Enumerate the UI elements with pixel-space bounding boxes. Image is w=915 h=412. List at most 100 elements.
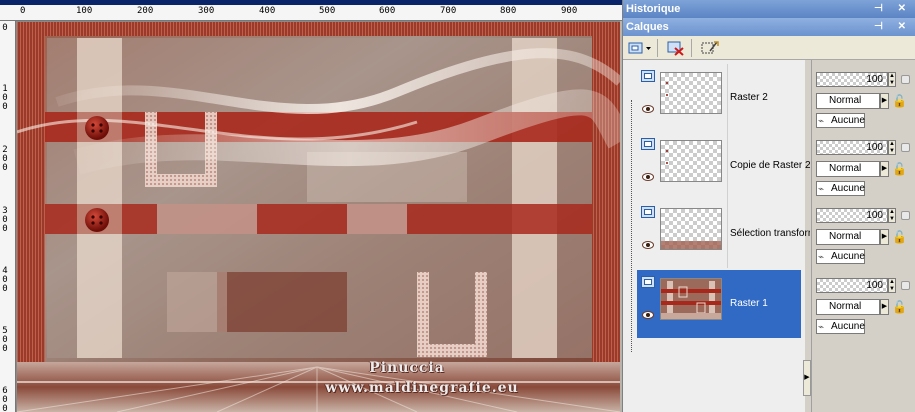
opacity-spinner[interactable]: ▲ ▼ xyxy=(888,140,896,155)
layer-row-copie-raster-2[interactable]: Copie de Raster 2 xyxy=(637,132,810,200)
blend-mode-select[interactable]: Normal xyxy=(816,93,880,109)
blend-dropdown-arrow-icon[interactable]: ▶ xyxy=(880,229,889,245)
history-title-label: Historique xyxy=(626,3,681,15)
blend-mode-select[interactable]: Normal xyxy=(816,299,880,315)
history-palette-title[interactable]: Historique ⊣ ✕ xyxy=(623,0,915,18)
ruler-label: 300 xyxy=(198,6,215,16)
lock-transparency-icon[interactable] xyxy=(901,211,910,220)
group-link-select[interactable]: ⌁ Aucune xyxy=(816,181,865,196)
link-icon: ⌁ xyxy=(818,322,825,333)
delete-layer-button[interactable] xyxy=(665,38,687,58)
toolbar-separator xyxy=(657,39,658,57)
opacity-value: 100 xyxy=(866,142,883,153)
column-divider xyxy=(727,64,728,132)
opacity-spinner[interactable]: ▲ ▼ xyxy=(888,278,896,293)
ruler-label: 100 xyxy=(2,84,8,112)
ruler-label: 800 xyxy=(500,6,517,16)
group-link-label: Aucune xyxy=(831,183,865,194)
layers-title-label: Calques xyxy=(626,21,669,33)
layer-props-raster-1: 100 ▲ ▼ Normal ▶ 🔓 ⌁ Aucune xyxy=(816,270,915,338)
group-link-select[interactable]: ⌁ Aucune xyxy=(816,113,865,128)
lock-icon[interactable]: 🔓 xyxy=(892,161,907,177)
new-raster-layer-button[interactable] xyxy=(627,38,653,58)
opacity-spinner[interactable]: ▲ ▼ xyxy=(888,72,896,87)
layer-thumbnail xyxy=(660,208,722,250)
lock-transparency-icon[interactable] xyxy=(901,281,910,290)
layer-name: Raster 2 xyxy=(730,92,768,103)
ruler-label: 400 xyxy=(2,266,8,294)
layers-list[interactable]: Raster 2 Copie de Raster 2 Sélection tra… xyxy=(623,60,811,412)
lock-icon[interactable]: 🔓 xyxy=(892,93,907,109)
raster-layer-icon xyxy=(641,138,655,150)
canvas-area[interactable]: 0 100 200 300 400 500 600 700 800 900 0 … xyxy=(0,0,622,412)
ruler-label: 600 xyxy=(379,6,396,16)
horizontal-ruler: 0 100 200 300 400 500 600 700 800 900 xyxy=(0,5,622,21)
raster-layer-icon xyxy=(641,70,655,82)
group-link-label: Aucune xyxy=(831,321,865,332)
layer-name: Copie de Raster 2 xyxy=(730,160,810,171)
lock-icon[interactable]: 🔓 xyxy=(892,229,907,245)
opacity-value: 100 xyxy=(866,210,883,221)
edit-selection-icon xyxy=(701,41,719,54)
link-icon: ⌁ xyxy=(818,116,825,127)
ruler-label: 900 xyxy=(561,6,578,16)
blend-dropdown-arrow-icon[interactable]: ▶ xyxy=(880,93,889,109)
artwork-image xyxy=(17,22,620,412)
delete-layer-icon xyxy=(667,41,684,56)
group-link-select[interactable]: ⌁ Aucune xyxy=(816,319,865,334)
opacity-slider[interactable]: 100 xyxy=(816,72,888,87)
ruler-label: 300 xyxy=(2,206,8,234)
layer-row-selection-transformee[interactable]: Sélection transformée xyxy=(637,200,810,268)
opacity-slider[interactable]: 100 xyxy=(816,208,888,223)
blend-dropdown-arrow-icon[interactable]: ▶ xyxy=(880,299,889,315)
group-link-select[interactable]: ⌁ Aucune xyxy=(816,249,865,264)
link-icon: ⌁ xyxy=(818,184,825,195)
edit-selection-button[interactable] xyxy=(699,38,721,58)
link-icon: ⌁ xyxy=(818,252,825,263)
group-link-label: Aucune xyxy=(831,251,865,262)
image-canvas[interactable]: Pinuccia www.maldinegrafie.eu xyxy=(17,22,620,412)
layer-name: Raster 1 xyxy=(730,298,768,309)
opacity-slider[interactable]: 100 xyxy=(816,140,888,155)
layer-thumbnail xyxy=(660,72,722,114)
layer-name: Sélection transformée xyxy=(730,228,810,239)
group-link-label: Aucune xyxy=(831,115,865,126)
column-divider xyxy=(727,132,728,200)
layer-properties-column: 100 ▲ ▼ Normal ▶ 🔓 ⌁ Aucune 100 ▲ ▼ Normal … xyxy=(811,60,915,412)
visibility-eye-icon[interactable] xyxy=(642,241,654,249)
opacity-spinner[interactable]: ▲ ▼ xyxy=(888,208,896,223)
expand-arrow-icon[interactable]: ▶ xyxy=(803,360,811,396)
ruler-label: 0 xyxy=(20,6,26,16)
layers-palette-title[interactable]: Calques ⊣ ✕ xyxy=(623,18,915,36)
new-raster-layer-icon xyxy=(628,42,651,54)
lock-icon[interactable]: 🔓 xyxy=(892,299,907,315)
blend-mode-select[interactable]: Normal xyxy=(816,161,880,177)
blend-mode-select[interactable]: Normal xyxy=(816,229,880,245)
raster-layer-icon xyxy=(641,206,655,218)
layer-row-raster-1[interactable]: Raster 1 xyxy=(637,270,801,338)
ruler-label: 100 xyxy=(76,6,93,16)
ruler-label: 200 xyxy=(2,145,8,173)
palette-pin-close-icons[interactable]: ⊣ ✕ xyxy=(874,18,912,36)
raster-layer-icon xyxy=(641,276,655,288)
layer-row-raster-2[interactable]: Raster 2 xyxy=(637,64,801,132)
layers-toolbar xyxy=(623,36,915,60)
opacity-slider[interactable]: 100 xyxy=(816,278,888,293)
layer-thumbnail xyxy=(660,278,722,320)
visibility-eye-icon[interactable] xyxy=(642,311,654,319)
palette-pin-close-icons[interactable]: ⊣ ✕ xyxy=(874,0,912,18)
visibility-eye-icon[interactable] xyxy=(642,105,654,113)
ruler-label: 500 xyxy=(2,326,8,354)
lock-transparency-icon[interactable] xyxy=(901,75,910,84)
lock-transparency-icon[interactable] xyxy=(901,143,910,152)
opacity-value: 100 xyxy=(866,280,883,291)
vertical-ruler: 0 100 200 300 400 500 600 xyxy=(0,21,16,412)
layer-props-raster-2: 100 ▲ ▼ Normal ▶ 🔓 ⌁ Aucune xyxy=(816,64,915,132)
ruler-label: 200 xyxy=(137,6,154,16)
layer-thumbnail xyxy=(660,140,722,182)
toolbar-separator xyxy=(691,39,692,57)
blend-dropdown-arrow-icon[interactable]: ▶ xyxy=(880,161,889,177)
ruler-label: 400 xyxy=(259,6,276,16)
visibility-eye-icon[interactable] xyxy=(642,173,654,181)
column-divider xyxy=(727,200,728,268)
